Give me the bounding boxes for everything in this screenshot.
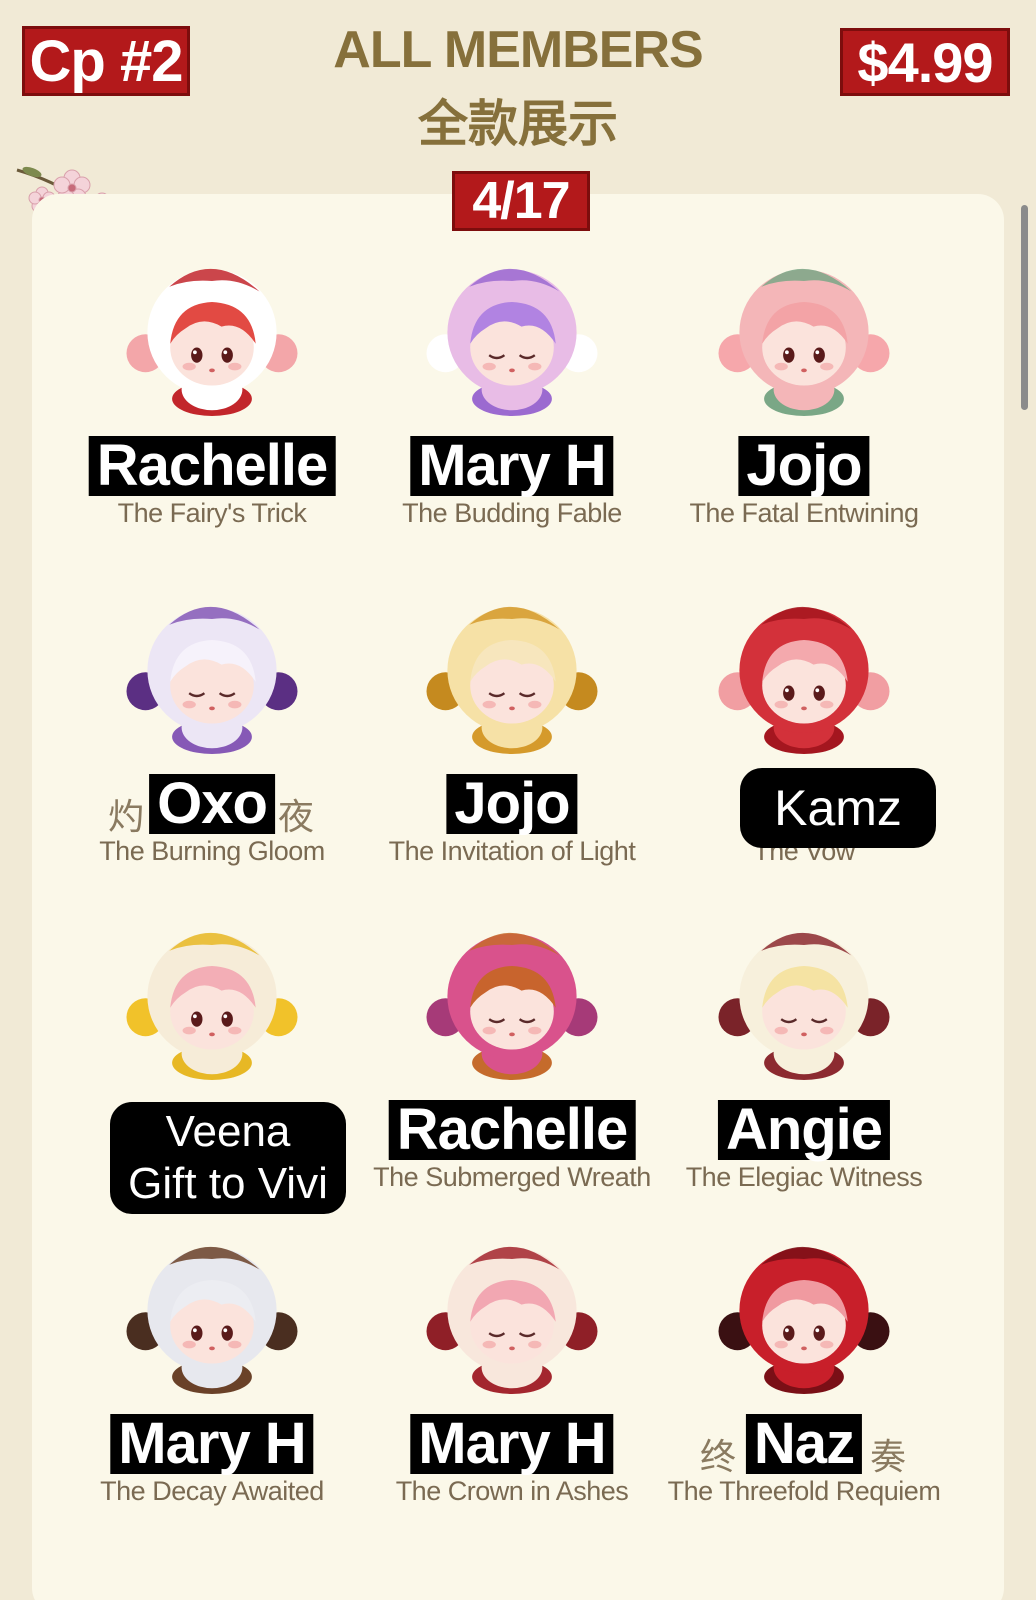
figure-image	[126, 932, 298, 1080]
member-subtitle: The Budding Fable	[402, 498, 622, 528]
member-name: Veena	[165, 1107, 291, 1156]
member-card[interactable]: The Fairy's Trick Rachelle	[62, 258, 362, 588]
member-card[interactable]: The Fatal Entwining Jojo	[654, 258, 954, 588]
member-card[interactable]: The Submerged Wreath Rachelle	[362, 922, 662, 1252]
price-tag: $4.99	[840, 28, 1010, 96]
figure	[417, 596, 607, 763]
member-name-label: Jojo	[738, 436, 870, 496]
member-name-label: Mary H	[110, 1414, 314, 1474]
member-card[interactable]: ThVeenaGift to Vivi	[62, 922, 362, 1252]
chinese-fragment: 灼	[108, 797, 145, 838]
figure-image	[718, 606, 890, 754]
count-tag: 4/17	[452, 171, 590, 231]
member-card[interactable]: The Invitation of Light Jojo	[362, 596, 662, 926]
figure	[117, 1236, 307, 1403]
member-name-label: Angie	[717, 1100, 891, 1160]
member-subtitle: The Fatal Entwining	[689, 498, 919, 528]
figure-image	[426, 268, 598, 416]
page-title: ALL MEMBERS	[333, 21, 703, 79]
figure-image	[426, 1246, 598, 1394]
member-card[interactable]: The Vow Kamz	[654, 596, 954, 926]
scrollbar[interactable]	[1021, 205, 1028, 410]
figure-image	[126, 268, 298, 416]
member-name-label: Mary H	[410, 1414, 614, 1474]
member-subtitle: The Threefold Requiem	[667, 1476, 941, 1506]
member-name-label: Rachelle	[388, 1100, 636, 1160]
member-subtitle: The Elegiac Witness	[685, 1162, 923, 1192]
figure-image	[718, 1246, 890, 1394]
member-name-label: Mary H	[410, 436, 614, 496]
member-card[interactable]: The Crown in Ashes Mary H	[362, 1236, 662, 1566]
member-subtitle: The Decay Awaited	[100, 1476, 324, 1506]
figure	[417, 1236, 607, 1403]
member-card[interactable]: The Elegiac Witness Angie	[654, 922, 954, 1252]
member-card[interactable]: The Decay Awaited Mary H	[62, 1236, 362, 1566]
figure	[417, 258, 607, 425]
member-name-label: Jojo	[446, 774, 578, 834]
member-name-label: Kamz	[740, 768, 936, 848]
member-name-label: Naz	[745, 1414, 863, 1474]
figure-image	[718, 932, 890, 1080]
chinese-fragment: 终	[700, 1437, 737, 1478]
member-name-label: Rachelle	[88, 436, 336, 496]
member-subtitle: The Burning Gloom	[99, 836, 325, 866]
figure-image	[126, 606, 298, 754]
member-subtitle: The Fairy's Trick	[117, 498, 307, 528]
chinese-fragment: 奏	[870, 1437, 907, 1478]
member-name-label: Oxo	[149, 774, 275, 834]
figure	[709, 1236, 899, 1403]
figure	[709, 596, 899, 763]
figure-image	[426, 932, 598, 1080]
cp-tag: Cp #2	[22, 26, 190, 96]
member-card[interactable]: The Burning Gloom 灼 夜 Oxo	[62, 596, 362, 926]
figure	[709, 258, 899, 425]
figure	[117, 922, 307, 1089]
member-name-label: Veena Gift to Vivi	[110, 1102, 346, 1214]
member-card[interactable]: The Budding Fable Mary H	[362, 258, 662, 588]
figure-image	[426, 606, 598, 754]
member-subtitle: The Submerged Wreath	[373, 1162, 651, 1192]
member-subtitle: The Invitation of Light	[388, 836, 636, 866]
member-name-line2: Gift to Vivi	[128, 1159, 328, 1208]
figure	[117, 596, 307, 763]
figure-image	[126, 1246, 298, 1394]
figure	[709, 922, 899, 1089]
page-title-chinese: 全款展示	[418, 95, 618, 153]
member-subtitle: The Crown in Ashes	[395, 1476, 629, 1506]
figure	[417, 922, 607, 1089]
figure	[117, 258, 307, 425]
chinese-fragment: 夜	[278, 797, 315, 838]
member-card[interactable]: The Threefold Requiem 终 奏 Naz	[654, 1236, 954, 1566]
figure-image	[718, 268, 890, 416]
